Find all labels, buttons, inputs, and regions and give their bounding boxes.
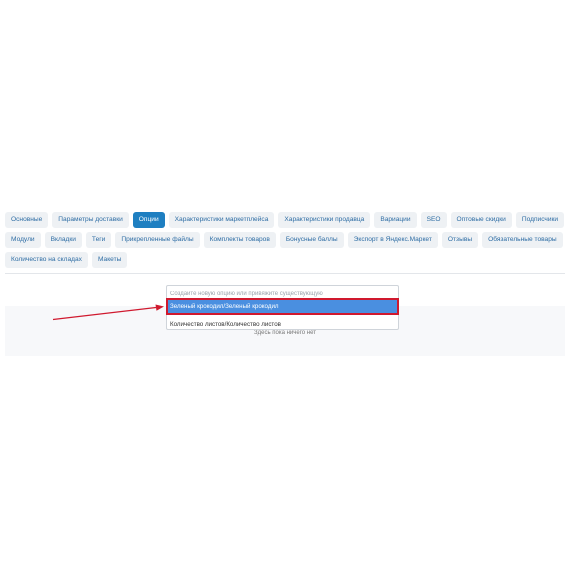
tab-wholesale-discounts[interactable]: Оптовые скидки — [450, 212, 512, 228]
tab-options[interactable]: Опции — [132, 212, 165, 228]
tab-variations[interactable]: Вариации — [374, 212, 417, 228]
option-item-green-crocodile[interactable]: Зеленый крокодил/Зеленый крокодил — [166, 298, 399, 315]
tabs-divider — [5, 273, 565, 274]
tab-warehouse-quantity[interactable]: Количество на складах — [5, 252, 88, 268]
option-search-input[interactable] — [170, 289, 394, 299]
tab-modules[interactable]: Модули — [5, 232, 41, 248]
tab-delivery-params[interactable]: Параметры доставки — [52, 212, 129, 228]
tab-subscribers[interactable]: Подписчики — [515, 212, 565, 228]
tab-seo[interactable]: SEO — [420, 212, 447, 228]
option-picker-dropdown: Зеленый крокодил/Зеленый крокодил Количе… — [166, 285, 399, 330]
tab-yandex-market-export[interactable]: Экспорт в Яндекс.Маркет — [347, 232, 438, 248]
tab-layouts[interactable]: Макеты — [91, 252, 128, 268]
tab-tags[interactable]: Теги — [85, 232, 112, 248]
tab-product-bundles[interactable]: Комплекты товаров — [203, 232, 276, 248]
tab-seller-features[interactable]: Характеристики продавца — [278, 212, 371, 228]
tab-bonus-points[interactable]: Бонусные баллы — [279, 232, 344, 248]
tab-tabs[interactable]: Вкладки — [44, 232, 82, 248]
tab-basic[interactable]: Основные — [5, 212, 49, 228]
option-item-sheet-count[interactable]: Количество листов/Количество листов — [167, 317, 398, 332]
tab-required-products[interactable]: Обязательные товары — [482, 232, 563, 248]
tab-bar: Основные Параметры доставки Опции Характ… — [5, 212, 565, 268]
tab-attached-files[interactable]: Прикрепленные файлы — [115, 232, 200, 248]
tab-marketplace-features[interactable]: Характеристики маркетплейса — [168, 212, 275, 228]
tab-reviews[interactable]: Отзывы — [441, 232, 479, 248]
